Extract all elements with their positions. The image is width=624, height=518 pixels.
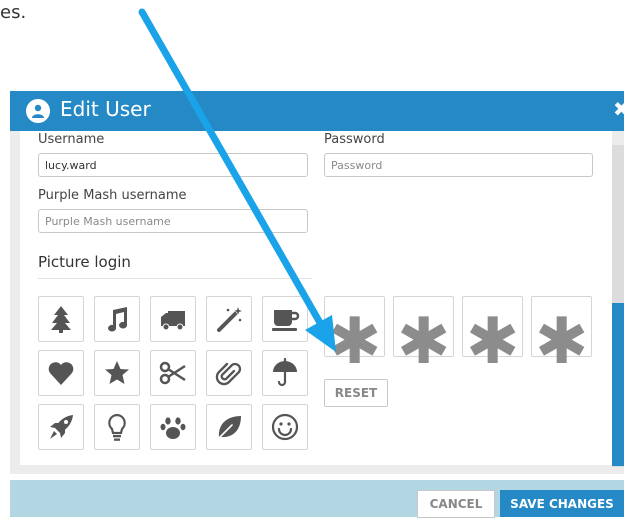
- password-input[interactable]: [324, 153, 593, 177]
- modal-header: Edit User ✖: [10, 91, 624, 131]
- pic-wand[interactable]: [206, 296, 252, 342]
- picture-slot-3[interactable]: ✱: [462, 296, 523, 379]
- pic-leaf[interactable]: [206, 404, 252, 450]
- intro-text-fragment: es.: [0, 2, 27, 23]
- purple-mash-label: Purple Mash username: [38, 188, 187, 203]
- pic-truck[interactable]: [150, 296, 196, 342]
- scissors-icon: [159, 361, 186, 385]
- truck-icon: [161, 311, 185, 331]
- pic-lightbulb[interactable]: [94, 404, 140, 450]
- lightbulb-icon: [108, 413, 126, 441]
- leaf-icon: [217, 416, 241, 440]
- pic-rocket[interactable]: [38, 404, 84, 450]
- pic-star[interactable]: [94, 350, 140, 396]
- paw-icon: [160, 417, 186, 439]
- heart-icon: [48, 362, 74, 385]
- pic-umbrella[interactable]: [262, 350, 308, 396]
- pic-paperclip[interactable]: [206, 350, 252, 396]
- picture-slot-4[interactable]: ✱: [531, 296, 592, 379]
- modal-footer: CANCEL SAVE CHANGES: [10, 480, 624, 518]
- username-input[interactable]: [38, 153, 308, 177]
- form-panel: Username Password Purple Mash username P…: [20, 131, 612, 465]
- paperclip-icon: [215, 362, 242, 386]
- pic-paw[interactable]: [150, 404, 196, 450]
- pic-heart[interactable]: [38, 350, 84, 396]
- save-changes-button[interactable]: SAVE CHANGES: [500, 490, 624, 517]
- divider: [38, 278, 312, 279]
- coffee-cup-icon: [272, 310, 300, 331]
- rocket-icon: [50, 415, 73, 439]
- pic-tree[interactable]: [38, 296, 84, 342]
- star-icon: [105, 361, 129, 384]
- picture-login-title: Picture login: [38, 253, 131, 271]
- pic-scissors[interactable]: [150, 350, 196, 396]
- tree-icon: [51, 306, 71, 333]
- umbrella-icon: [273, 358, 297, 387]
- music-note-icon: [108, 307, 128, 332]
- user-icon: [26, 99, 50, 123]
- cancel-button[interactable]: CANCEL: [417, 490, 495, 518]
- modal-body: Username Password Purple Mash username P…: [10, 131, 624, 474]
- picture-slot-2[interactable]: ✱: [393, 296, 454, 379]
- username-label: Username: [38, 132, 105, 147]
- pic-coffee[interactable]: [262, 296, 308, 342]
- close-icon[interactable]: ✖: [613, 97, 624, 121]
- pic-music[interactable]: [94, 296, 140, 342]
- modal-title: Edit User: [60, 97, 151, 121]
- smiley-icon: [271, 413, 299, 441]
- pic-smiley[interactable]: [262, 404, 308, 450]
- purple-mash-input[interactable]: [38, 209, 308, 233]
- scrollbar-thumb[interactable]: [612, 303, 624, 466]
- magic-wand-icon: [217, 307, 242, 332]
- picture-slot-1[interactable]: ✱: [324, 296, 385, 379]
- reset-button[interactable]: RESET: [324, 379, 388, 407]
- password-label: Password: [324, 132, 385, 147]
